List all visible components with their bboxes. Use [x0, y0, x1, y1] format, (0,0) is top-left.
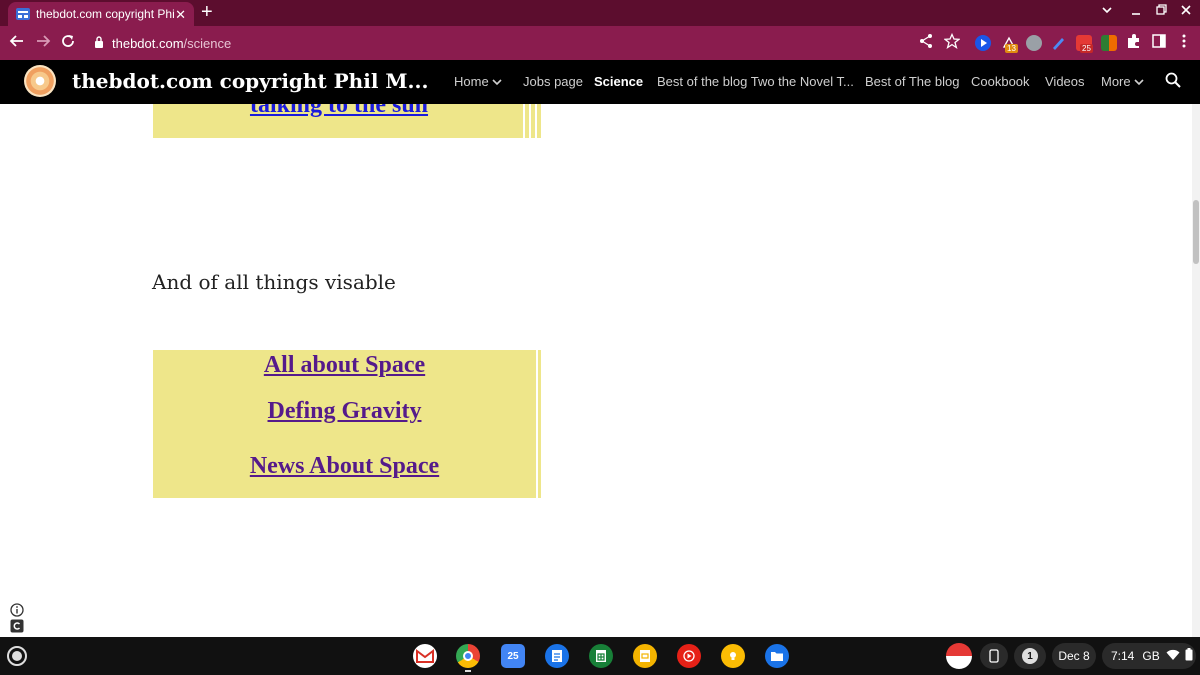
tab-title: thebdot.com copyright Phil Mus: [36, 7, 174, 21]
colorful-extension-icon[interactable]: [1101, 35, 1117, 51]
url-path: /science: [183, 35, 232, 51]
wifi-icon: [1166, 649, 1180, 664]
notification-counter[interactable]: 1: [1014, 643, 1046, 669]
tab-strip: thebdot.com copyright Phil Mus ✕ +: [0, 0, 1200, 26]
extension-badge: 25: [1080, 44, 1093, 53]
nav-item-label: More: [1101, 74, 1131, 89]
launcher-icon[interactable]: [7, 646, 27, 666]
play-extension-icon[interactable]: [975, 35, 991, 51]
gmail-icon[interactable]: [413, 644, 437, 668]
nav-item-best-of-blog-novel[interactable]: Best of the blog Two the Novel T...: [657, 74, 854, 89]
nav-item-jobs[interactable]: Jobs page: [523, 74, 583, 89]
extension-circle-icon[interactable]: [1026, 35, 1042, 51]
lock-icon: [94, 35, 104, 51]
notification-count: 1: [1022, 648, 1038, 664]
youtube-music-icon[interactable]: [677, 644, 701, 668]
nav-item-science[interactable]: Science: [594, 74, 643, 89]
url-domain: thebdot.com: [112, 35, 184, 51]
docs-icon[interactable]: [545, 644, 569, 668]
tab-close-icon[interactable]: ✕: [175, 8, 186, 21]
nav-item-more[interactable]: More: [1101, 74, 1144, 89]
back-icon[interactable]: [7, 33, 27, 53]
box-border: [536, 350, 538, 498]
nav-item-videos[interactable]: Videos: [1045, 74, 1085, 89]
copyright-badge-icon[interactable]: [10, 619, 24, 633]
nav-item-cookbook[interactable]: Cookbook: [971, 74, 1030, 89]
page-content: talking to the sun And of all things vis…: [0, 104, 1192, 637]
kebab-menu-icon[interactable]: [1174, 33, 1194, 53]
search-icon[interactable]: [1165, 72, 1181, 93]
forward-icon[interactable]: [33, 33, 53, 53]
browser-toolbar: thebdot.com/science 13 25: [0, 26, 1200, 60]
tab-search-chevron-icon[interactable]: [1101, 4, 1113, 19]
chevron-down-icon: [1134, 74, 1144, 89]
space-links-box: All about Space Defing Gravity News Abou…: [153, 350, 541, 498]
section-heading: And of all things visable: [152, 270, 396, 294]
page-scrollbar[interactable]: [1192, 104, 1200, 637]
nav-item-label: Home: [454, 74, 489, 89]
puzzle-extensions-icon[interactable]: [1124, 33, 1144, 53]
box-border: [529, 104, 531, 138]
keep-icon[interactable]: [721, 644, 745, 668]
nav-item-home[interactable]: Home: [454, 74, 502, 89]
all-about-space-link[interactable]: All about Space: [153, 352, 536, 379]
news-about-space-link[interactable]: News About Space: [153, 453, 536, 480]
address-bar[interactable]: thebdot.com/science: [94, 34, 231, 52]
scrollbar-thumb[interactable]: [1193, 200, 1199, 264]
clock-time: 7:14: [1111, 649, 1135, 663]
box-border: [535, 104, 537, 138]
link-box-top: talking to the sun: [153, 104, 541, 138]
nav-item-best-of-the-blog[interactable]: Best of The blog: [865, 74, 959, 89]
site-logo[interactable]: [24, 65, 56, 97]
phone-hub-icon[interactable]: [980, 643, 1008, 669]
bookmark-star-icon[interactable]: [942, 32, 962, 53]
restore-icon[interactable]: [1155, 4, 1167, 19]
browser-tab[interactable]: thebdot.com copyright Phil Mus ✕: [8, 2, 194, 26]
site-favicon-icon: [16, 7, 30, 21]
status-tray[interactable]: 7:14 GB: [1102, 643, 1196, 669]
extension-badge: 13: [1005, 44, 1018, 53]
pen-extension-icon[interactable]: [1050, 35, 1066, 51]
user-avatar[interactable]: [946, 643, 972, 669]
chevron-down-icon: [492, 74, 502, 89]
slides-icon[interactable]: [633, 644, 657, 668]
new-tab-button[interactable]: +: [201, 2, 213, 22]
date-tray[interactable]: Dec 8: [1052, 643, 1096, 669]
defing-gravity-link[interactable]: Defing Gravity: [153, 398, 536, 425]
files-icon[interactable]: [765, 644, 789, 668]
side-panel-icon[interactable]: [1149, 33, 1169, 53]
site-title[interactable]: thebdot.com copyright Phil M...: [72, 69, 428, 93]
sheets-icon[interactable]: [589, 644, 613, 668]
running-indicator: [465, 670, 471, 672]
info-icon[interactable]: [10, 603, 24, 617]
os-shelf: 25 1 Dec 8 7:14 GB: [0, 637, 1200, 675]
site-header: thebdot.com copyright Phil M... Home Job…: [0, 60, 1200, 104]
battery-icon: [1185, 648, 1193, 664]
minimize-icon[interactable]: [1130, 4, 1142, 19]
calendar-icon[interactable]: 25: [501, 644, 525, 668]
chrome-icon[interactable]: [456, 644, 480, 668]
reload-icon[interactable]: [58, 33, 78, 53]
talking-to-the-sun-link[interactable]: talking to the sun: [153, 104, 525, 119]
keyboard-locale: GB: [1142, 649, 1160, 663]
share-icon[interactable]: [916, 33, 936, 53]
close-window-icon[interactable]: [1180, 4, 1192, 19]
